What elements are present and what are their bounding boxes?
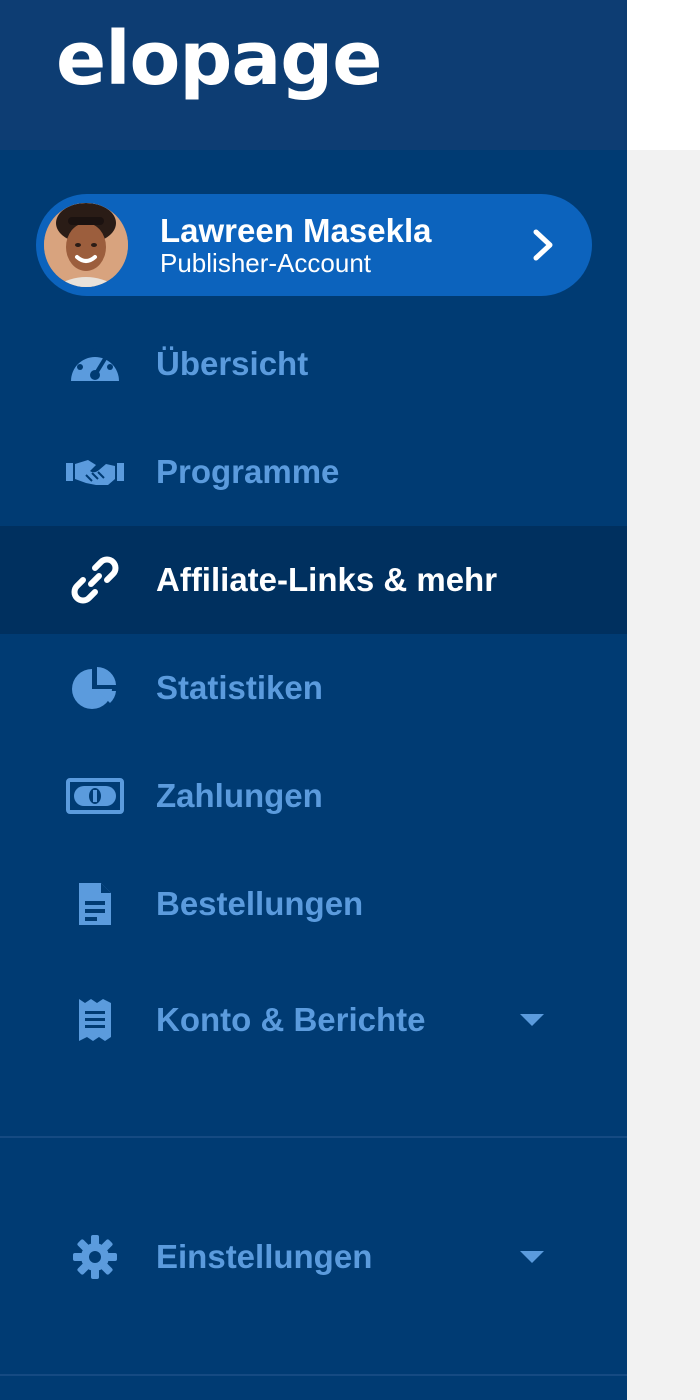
nav-label-bestellungen: Bestellungen [156, 885, 364, 922]
brand-logo[interactable]: elopage [56, 14, 382, 104]
caret-down-icon [520, 1014, 544, 1026]
nav-item-zahlungen[interactable]: Zahlungen [0, 742, 627, 850]
top-header-bar [627, 0, 700, 150]
main-content-area [627, 150, 700, 1400]
dashboard-gauge-icon [66, 338, 124, 390]
app-root: elopage Lawreen Masekla Publisher-Accoun… [0, 0, 700, 1400]
nav-label-konto-berichte: Konto & Berichte [156, 1001, 426, 1038]
nav-item-affiliate-links[interactable]: Affiliate-Links & mehr [0, 526, 627, 634]
chevron-right-icon [533, 229, 553, 261]
pie-chart-icon [66, 662, 124, 714]
link-icon [66, 554, 124, 606]
nav-item-konto-berichte[interactable]: Konto & Berichte [0, 966, 627, 1074]
nav-label-programme: Programme [156, 453, 340, 490]
brand-header: elopage [0, 0, 627, 150]
nav-label-statistiken: Statistiken [156, 669, 323, 706]
handshake-icon [66, 446, 124, 498]
money-bill-icon [66, 770, 124, 822]
nav-item-statistiken[interactable]: Statistiken [0, 634, 627, 742]
gear-icon [66, 1231, 124, 1283]
profile-text: Lawreen Masekla Publisher-Account [160, 212, 432, 278]
nav-label-affiliate-links: Affiliate-Links & mehr [156, 561, 498, 598]
nav-divider [0, 1136, 627, 1138]
nav-item-einstellungen[interactable]: Einstellungen [0, 1203, 627, 1311]
nav-item-bestellungen[interactable]: Bestellungen [0, 850, 627, 958]
sidebar: elopage Lawreen Masekla Publisher-Accoun… [0, 0, 627, 1400]
receipt-icon [66, 994, 124, 1046]
nav-item-programme[interactable]: Programme [0, 418, 627, 526]
avatar [44, 203, 128, 287]
nav-label-zahlungen: Zahlungen [156, 777, 323, 814]
nav-divider-bottom [0, 1374, 627, 1376]
caret-down-icon [520, 1251, 544, 1263]
nav-item-uebersicht[interactable]: Übersicht [0, 310, 627, 418]
profile-role: Publisher-Account [160, 248, 371, 278]
file-document-icon [66, 878, 124, 930]
nav-label-uebersicht: Übersicht [156, 345, 309, 382]
nav-label-einstellungen: Einstellungen [156, 1238, 373, 1275]
profile-name: Lawreen Masekla [160, 212, 432, 249]
profile-card[interactable]: Lawreen Masekla Publisher-Account [36, 194, 592, 296]
